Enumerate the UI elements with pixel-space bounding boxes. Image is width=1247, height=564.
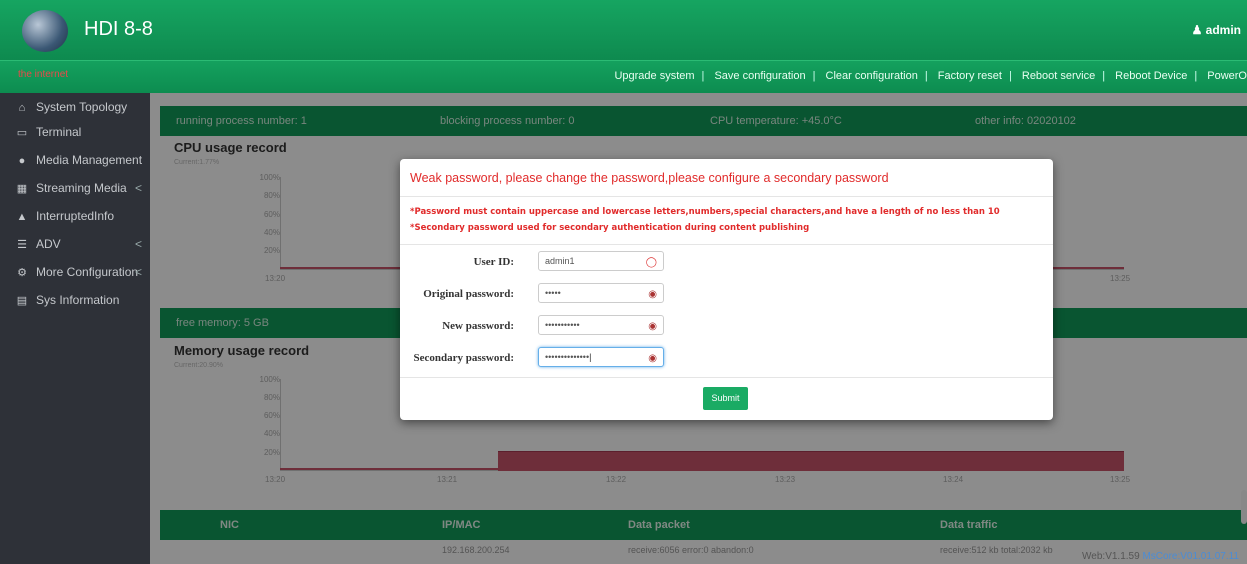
sidebar-item-label: Terminal	[36, 125, 82, 139]
save-configuration-button[interactable]: Save configuration	[714, 70, 805, 82]
sidebar-item-label: More Configuration	[36, 265, 139, 279]
page-scrollbar[interactable]	[1241, 490, 1247, 524]
secondary-password-note: *Secondary password used for secondary a…	[410, 223, 810, 233]
secondary-password-input[interactable]: ••••••••••••••| ◉	[538, 347, 664, 367]
modal-title: Weak password, please change the passwor…	[410, 171, 889, 185]
core-version: MsCore:V01.01.07.11	[1142, 551, 1239, 562]
brand-title: HDI 8-8	[84, 18, 153, 40]
reboot-service-button[interactable]: Reboot service	[1022, 70, 1095, 82]
user-menu[interactable]: ♟ admin	[1192, 23, 1241, 37]
sidebar-item-label: Media Management	[36, 153, 143, 167]
header-bar	[0, 0, 1247, 60]
submit-button[interactable]: Submit	[703, 387, 748, 410]
user-id-label: User ID:	[473, 256, 514, 268]
password-change-modal: Weak password, please change the passwor…	[400, 159, 1053, 420]
sidebar-item-streaming-media[interactable]: ▦ Streaming Media <	[0, 174, 150, 202]
sidebar-item-more-configuration[interactable]: ⚙ More Configuration <	[0, 258, 150, 286]
film-icon: ▦	[16, 183, 28, 195]
reboot-device-button[interactable]: Reboot Device	[1115, 70, 1187, 82]
new-password-input[interactable]: ••••••••••• ◉	[538, 315, 664, 335]
web-version: Web:V1.1.59	[1082, 551, 1140, 562]
divider	[400, 244, 1053, 245]
chevron-left-icon: <	[134, 181, 142, 195]
monitor-icon: ▭	[16, 127, 28, 139]
chevron-left-icon: <	[134, 237, 142, 251]
divider	[400, 196, 1053, 197]
upgrade-system-button[interactable]: Upgrade system	[614, 70, 694, 82]
original-password-value: •••••	[545, 288, 561, 298]
original-password-label: Original password:	[423, 288, 514, 300]
chevron-left-icon: <	[134, 265, 142, 279]
clear-configuration-button[interactable]: Clear configuration	[826, 70, 918, 82]
eye-icon[interactable]: ◉	[648, 318, 657, 336]
connection-status: the internet	[18, 69, 69, 80]
sidebar-item-label: ADV	[36, 237, 61, 251]
sidebar-item-system-topology[interactable]: ⌂ System Topology	[0, 93, 150, 121]
new-password-value: •••••••••••	[545, 320, 580, 330]
secondary-password-label: Secondary password:	[413, 352, 514, 364]
globe-logo	[22, 10, 68, 52]
divider	[400, 377, 1053, 378]
sidebar-item-label: InterruptedInfo	[36, 209, 115, 223]
sidebar-item-terminal[interactable]: ▭ Terminal	[0, 118, 150, 146]
bell-icon: ▲	[16, 211, 28, 223]
sidebar-item-adv[interactable]: ☰ ADV <	[0, 230, 150, 258]
factory-reset-button[interactable]: Factory reset	[938, 70, 1002, 82]
record-icon: ●	[18, 155, 26, 167]
list-icon: ☰	[17, 239, 27, 251]
gears-icon: ⚙	[17, 267, 27, 279]
sidebar-item-media-management[interactable]: ● Media Management	[0, 146, 150, 174]
user-id-value: admin1	[545, 256, 575, 266]
original-password-input[interactable]: ••••• ◉	[538, 283, 664, 303]
new-password-label: New password:	[442, 320, 514, 332]
secondary-password-value: ••••••••••••••	[545, 352, 590, 362]
eye-icon[interactable]: ◉	[648, 286, 657, 304]
eye-icon[interactable]: ◉	[648, 350, 657, 368]
user-name: admin	[1205, 23, 1241, 37]
sidebar-item-interrupted-info[interactable]: ▲ InterruptedInfo	[0, 202, 150, 230]
sidebar-item-label: Streaming Media	[36, 181, 127, 195]
sidebar-item-label: System Topology	[36, 100, 128, 114]
user-lock-icon: ◯	[645, 257, 657, 268]
version-footer: Web:V1.1.59 MsCore:V01.01.07.11	[1082, 551, 1239, 562]
sidebar-item-label: Sys Information	[36, 293, 120, 307]
table-icon: ▤	[16, 295, 28, 307]
password-rule-text: *Password must contain uppercase and low…	[410, 207, 1000, 217]
power-off-button[interactable]: PowerO	[1207, 70, 1247, 82]
sidebar-item-sys-information[interactable]: ▤ Sys Information	[0, 286, 150, 314]
sidebar: ⌂ System Topology ▭ Terminal ● Media Manage…	[0, 93, 150, 564]
toolbar-menu: Upgrade system | Save configuration | Clea…	[614, 70, 1247, 82]
user-icon: ♟	[1191, 23, 1206, 37]
user-id-input[interactable]: admin1 ◯	[538, 251, 664, 271]
